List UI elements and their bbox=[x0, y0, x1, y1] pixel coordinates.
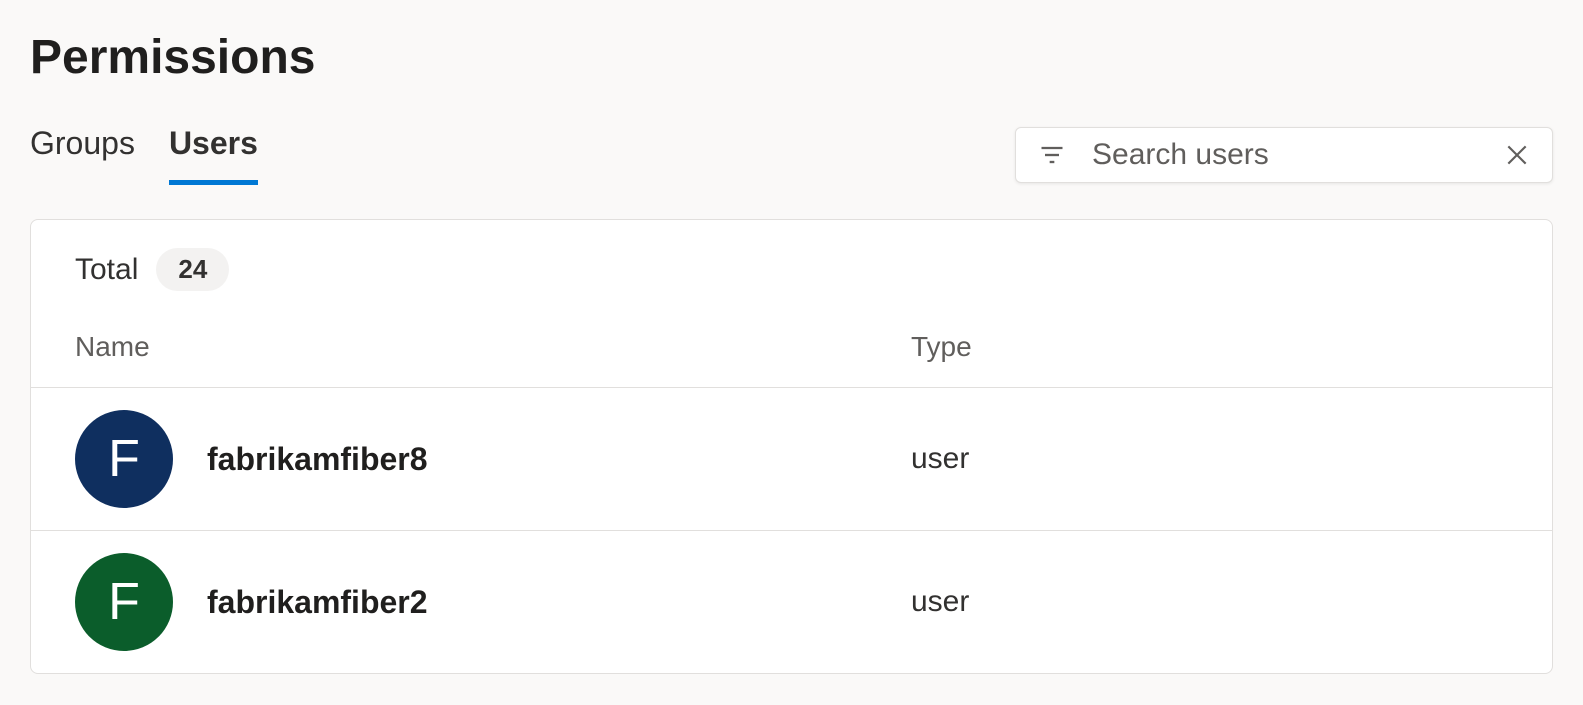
total-row: Total 24 bbox=[31, 220, 1552, 311]
tabs: Groups Users bbox=[30, 125, 258, 185]
total-label: Total bbox=[75, 253, 138, 287]
cell-name: F fabrikamfiber2 bbox=[75, 553, 911, 651]
users-card: Total 24 Name Type F fabrikamfiber8 user… bbox=[30, 219, 1553, 674]
search-input[interactable] bbox=[1092, 138, 1478, 172]
avatar: F bbox=[75, 410, 173, 508]
table-row[interactable]: F fabrikamfiber2 user bbox=[31, 531, 1552, 673]
total-count-badge: 24 bbox=[156, 248, 229, 291]
avatar-letter: F bbox=[108, 572, 140, 632]
avatar: F bbox=[75, 553, 173, 651]
page-title: Permissions bbox=[30, 30, 1553, 85]
search-box[interactable] bbox=[1015, 127, 1553, 183]
table-row[interactable]: F fabrikamfiber8 user bbox=[31, 388, 1552, 531]
table-header: Name Type bbox=[31, 311, 1552, 388]
close-icon[interactable] bbox=[1504, 142, 1530, 168]
cell-type: user bbox=[911, 585, 969, 619]
tab-groups[interactable]: Groups bbox=[30, 125, 135, 185]
cell-type: user bbox=[911, 442, 969, 476]
avatar-letter: F bbox=[108, 429, 140, 489]
user-name: fabrikamfiber8 bbox=[207, 441, 428, 478]
tab-users[interactable]: Users bbox=[169, 125, 258, 185]
filter-icon bbox=[1038, 141, 1066, 169]
column-header-type[interactable]: Type bbox=[911, 331, 972, 363]
user-name: fabrikamfiber2 bbox=[207, 584, 428, 621]
cell-name: F fabrikamfiber8 bbox=[75, 410, 911, 508]
tabs-row: Groups Users bbox=[30, 125, 1553, 185]
column-header-name[interactable]: Name bbox=[75, 331, 911, 363]
